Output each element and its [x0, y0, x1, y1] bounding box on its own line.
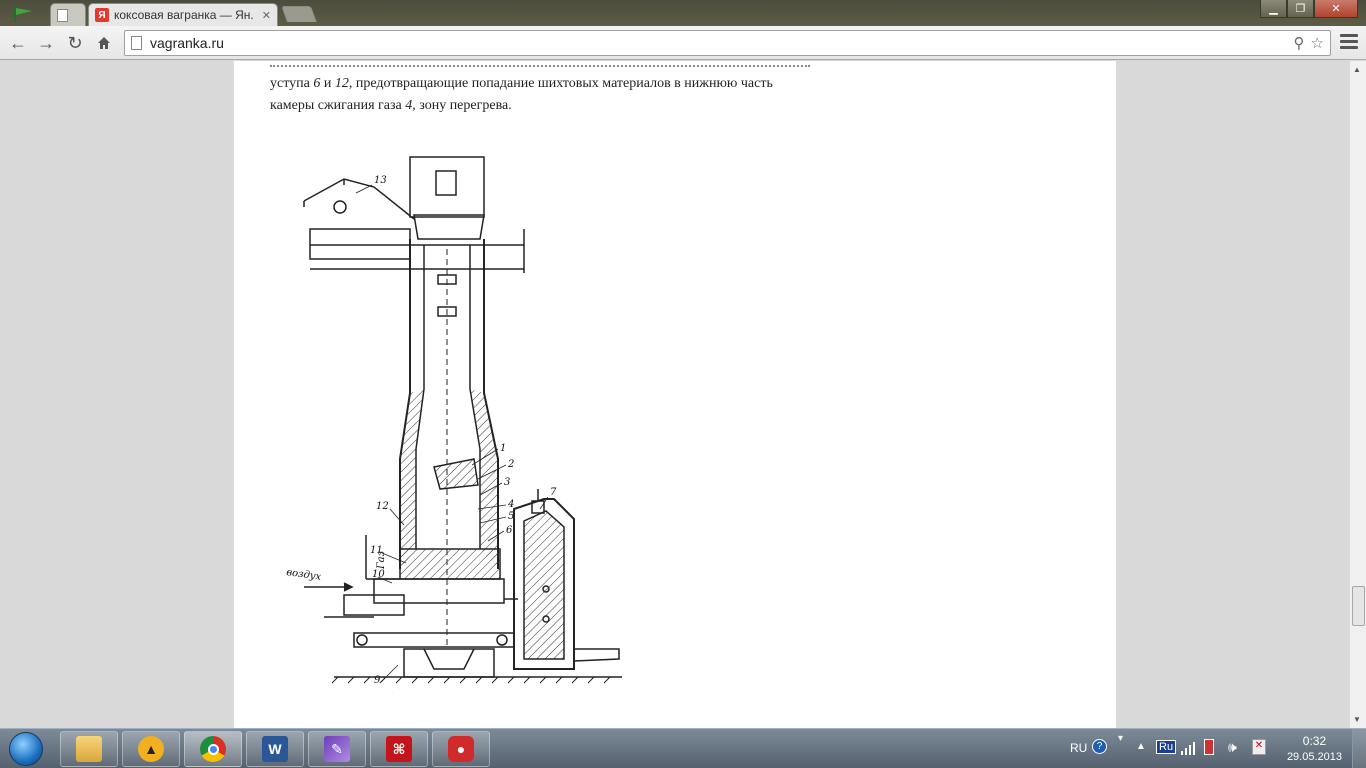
label-10: 10: [372, 569, 385, 580]
chrome-menu-button[interactable]: [1340, 34, 1358, 49]
taskbar-acrobat[interactable]: ⌘: [370, 731, 428, 767]
network-warning-icon[interactable]: ✕: [1252, 739, 1266, 755]
tab-active[interactable]: Я коксовая вагранка — Ян... ✕: [88, 3, 278, 26]
tab-title: коксовая вагранка — Ян...: [114, 8, 254, 22]
forward-button[interactable]: →: [34, 31, 58, 55]
close-tab-icon[interactable]: ✕: [262, 9, 271, 22]
home-icon: [98, 37, 110, 49]
taskbar-red-app[interactable]: ●: [432, 731, 490, 767]
taskbar: ▲ W ✎ ⌘ ● RU ? ▾ ▲ Ru 🕪 ✕ 0:32 29.05.201…: [0, 728, 1366, 768]
bookmark-star-icon[interactable]: ☆: [1311, 34, 1324, 52]
volume-icon[interactable]: 🕪: [1228, 739, 1237, 756]
label-air: воздух: [286, 567, 323, 583]
taskbar-chrome[interactable]: [184, 731, 242, 767]
windows-logo-icon: [9, 732, 43, 766]
label-12: 12: [376, 501, 389, 512]
taskbar-pen-app[interactable]: ✎: [308, 731, 366, 767]
page-icon: [131, 36, 142, 50]
cupola-diagram: 13 1 2 3 12 4 5 6 7 11 10 9 8 Газ воздух: [286, 156, 622, 689]
help-icon[interactable]: ?: [1092, 739, 1107, 754]
battery-icon[interactable]: [1204, 739, 1214, 755]
label-3: 3: [504, 477, 510, 488]
tab-blank[interactable]: [50, 3, 86, 26]
flag-icon: [14, 7, 32, 22]
home-button[interactable]: [92, 31, 116, 55]
label-2: 2: [507, 459, 514, 470]
label-4: 4: [507, 499, 514, 510]
title-bar: Я коксовая вагранка — Ян... ✕ ▁ ❐ ✕: [0, 0, 1366, 26]
document-icon: [57, 8, 68, 22]
arrow-right-icon: →: [37, 32, 55, 53]
scroll-up-icon[interactable]: ▲: [1353, 65, 1361, 74]
address-bar[interactable]: vagranka.ru ⚲ ☆: [124, 30, 1331, 56]
yandex-icon: Я: [95, 8, 109, 22]
label-13: 13: [374, 175, 387, 186]
search-icon[interactable]: ⚲: [1294, 34, 1305, 52]
new-tab-button[interactable]: [281, 6, 317, 22]
scroll-thumb[interactable]: [1352, 586, 1365, 626]
clock-time: 0:32: [1302, 734, 1327, 748]
label-7: 7: [550, 487, 557, 498]
article-line-1: уступа 6 и 12, предотвращающие попадание…: [270, 76, 773, 91]
browser-toolbar: ← → ↻ vagranka.ru ⚲ ☆: [0, 26, 1366, 60]
arrow-left-icon: ←: [9, 32, 27, 53]
clock-date: 29.05.2013: [1286, 751, 1342, 763]
chrome-icon: [200, 736, 226, 762]
keyboard-layout-icon[interactable]: Ru: [1156, 740, 1177, 754]
label-6: 6: [506, 525, 513, 536]
show-desktop-button[interactable]: [1352, 729, 1366, 768]
triangle-app-icon: ▲: [138, 736, 164, 762]
close-window-button[interactable]: ✕: [1314, 0, 1358, 18]
folder-icon: [76, 736, 102, 762]
article-text: уступа 6 и 12, предотвращающие попадание…: [270, 61, 870, 117]
url-text: vagranka.ru: [150, 35, 224, 51]
pen-icon: ✎: [324, 736, 350, 762]
article-content: уступа 6 и 12, предотвращающие попадание…: [234, 61, 1116, 728]
red-app-icon: ●: [448, 736, 474, 762]
language-indicator[interactable]: RU: [1070, 741, 1087, 755]
page-viewport: уступа 6 и 12, предотвращающие попадание…: [0, 61, 1349, 728]
taskbar-word[interactable]: W: [246, 731, 304, 767]
taskbar-explorer[interactable]: [60, 731, 118, 767]
label-gas: Газ: [376, 551, 387, 570]
language-bar-icon[interactable]: ▾: [1118, 733, 1123, 744]
label-9: 9: [374, 675, 381, 686]
start-button[interactable]: [4, 730, 48, 768]
word-icon: W: [262, 736, 288, 762]
show-hidden-icons[interactable]: ▲: [1136, 741, 1146, 752]
vertical-scrollbar[interactable]: ▲ ▼: [1349, 61, 1366, 728]
signal-icon[interactable]: [1180, 741, 1196, 755]
reload-icon: ↻: [67, 32, 83, 53]
clock[interactable]: 0:32 29.05.2013: [1287, 733, 1342, 765]
label-5: 5: [508, 511, 514, 522]
taskbar-app-triangle[interactable]: ▲: [122, 731, 180, 767]
scroll-down-icon[interactable]: ▼: [1353, 715, 1361, 724]
pdf-icon: ⌘: [386, 736, 412, 762]
restore-button[interactable]: ❐: [1287, 0, 1314, 18]
article-line-partial: [270, 61, 870, 73]
minimize-button[interactable]: ▁: [1260, 0, 1287, 18]
back-button[interactable]: ←: [6, 31, 30, 55]
article-line-2: камеры сжигания газа 4, зону перегрева.: [270, 98, 512, 113]
reload-button[interactable]: ↻: [63, 31, 87, 55]
label-1: 1: [500, 443, 506, 454]
